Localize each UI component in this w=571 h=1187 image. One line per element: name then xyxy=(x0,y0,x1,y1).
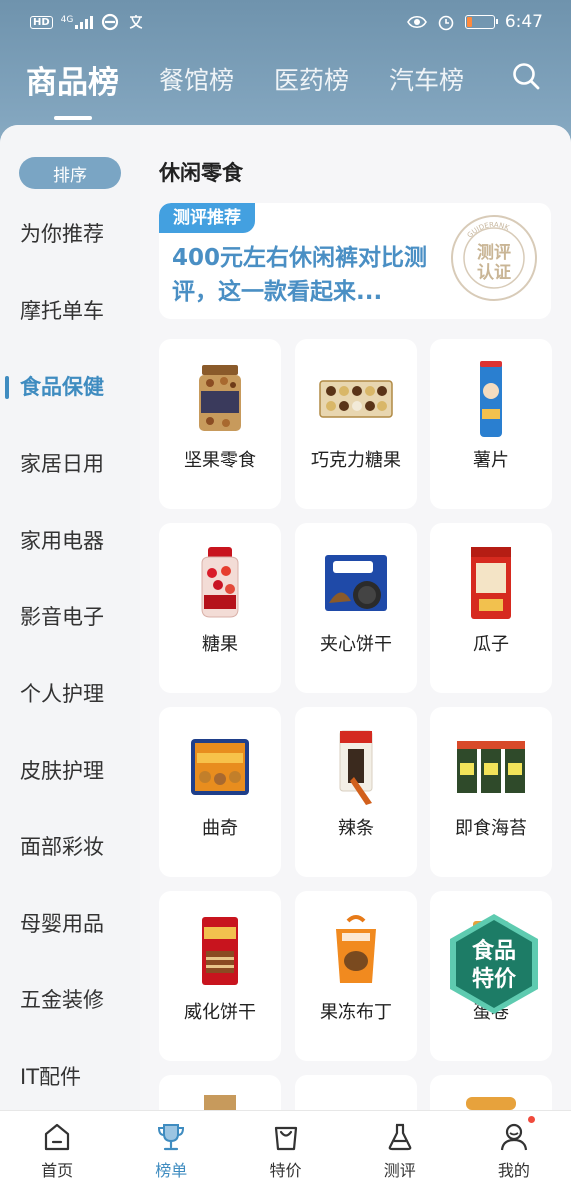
hd-badge: HD xyxy=(30,15,53,29)
sidebar-item-appliances[interactable]: 家用电器 xyxy=(0,521,140,561)
category-card-more-1[interactable] xyxy=(159,1075,281,1110)
review-certified-seal: GUIDERANK 测评 认证 xyxy=(451,215,537,301)
alarm-icon xyxy=(438,15,454,31)
product-image xyxy=(204,1095,236,1110)
tab-restaurants[interactable]: 餐馆榜 xyxy=(159,61,234,97)
svg-text:认证: 认证 xyxy=(477,262,511,283)
sidebar-item-food-health[interactable]: 食品保健 xyxy=(0,367,140,407)
category-card-candy[interactable]: 糖果 xyxy=(159,523,281,693)
category-card-sandwich-cookie[interactable]: 夹心饼干 xyxy=(295,523,417,693)
shopping-bag-icon xyxy=(274,1126,297,1151)
sidebar-item-recommend[interactable]: 为你推荐 xyxy=(0,214,140,254)
category-card-seeds[interactable]: 瓜子 xyxy=(430,523,552,693)
sidebar-item-hardware[interactable]: 五金装修 xyxy=(0,980,140,1020)
sidebar-item-personal-care[interactable]: 个人护理 xyxy=(0,674,140,714)
food-deals-badge[interactable]: 食品 特价 xyxy=(446,912,542,1016)
banner-tag: 测评推荐 xyxy=(159,203,255,233)
search-icon[interactable] xyxy=(511,61,541,91)
category-label: 坚果零食 xyxy=(184,450,256,471)
sidebar-item-home-goods[interactable]: 家居日用 xyxy=(0,444,140,484)
nut-jar-icon xyxy=(199,365,241,431)
sidebar-item-skin-care[interactable]: 皮肤护理 xyxy=(0,751,140,791)
product-image xyxy=(466,1097,516,1110)
battery-icon xyxy=(464,15,498,29)
nav-review[interactable]: 测评 xyxy=(343,1111,457,1187)
nav-home[interactable]: 首页 xyxy=(0,1111,114,1187)
nav-label: 榜单 xyxy=(155,1161,188,1180)
category-card-chips[interactable]: 薯片 xyxy=(430,339,552,509)
signal-icon: 4G xyxy=(61,15,94,29)
seeds-bag-icon xyxy=(471,547,511,619)
nav-label: 我的 xyxy=(497,1161,530,1180)
spicy-strip-icon xyxy=(339,730,373,805)
category-label: 曲奇 xyxy=(202,818,238,839)
category-card-spicy-strip[interactable]: 辣条 xyxy=(295,707,417,877)
category-card-chocolate[interactable]: 巧克力糖果 xyxy=(295,339,417,509)
category-card-cookies[interactable]: 曲奇 xyxy=(159,707,281,877)
nav-ranking[interactable]: 榜单 xyxy=(114,1111,228,1187)
eye-icon xyxy=(406,15,427,29)
category-label: 威化饼干 xyxy=(184,1002,256,1023)
nav-deals[interactable]: 特价 xyxy=(228,1111,342,1187)
svg-text:特价: 特价 xyxy=(472,966,517,992)
category-card-wafer[interactable]: 威化饼干 xyxy=(159,891,281,1061)
top-tabs: 商品榜 餐馆榜 医药榜 汽车榜 xyxy=(0,44,571,114)
section-title: 休闲零食 xyxy=(159,161,243,185)
banner-headline: 400元左右休闲裤对比测评，这一款看起来... xyxy=(172,245,428,305)
nav-label: 测评 xyxy=(383,1161,416,1180)
nav-label: 首页 xyxy=(41,1161,74,1180)
sort-button[interactable]: 排序 xyxy=(19,157,121,189)
nav-profile[interactable]: 我的 xyxy=(457,1111,571,1187)
category-label: 果冻布丁 xyxy=(320,1002,392,1023)
nav-label: 特价 xyxy=(269,1161,302,1180)
svg-text:食品: 食品 xyxy=(472,938,516,964)
chocolate-box-icon xyxy=(319,380,393,418)
wafer-pack-icon xyxy=(202,917,238,985)
category-label: 薯片 xyxy=(473,450,509,471)
home-icon xyxy=(44,1123,70,1151)
category-card-seaweed[interactable]: 即食海苔 xyxy=(430,707,552,877)
notification-dot xyxy=(528,1116,536,1123)
category-label: 瓜子 xyxy=(473,634,509,655)
category-label: 巧克力糖果 xyxy=(311,450,401,471)
seaweed-pack-icon xyxy=(457,741,525,793)
category-card-nuts[interactable]: 坚果零食 xyxy=(159,339,281,509)
category-label: 夹心饼干 xyxy=(320,634,392,655)
category-label: 即食海苔 xyxy=(455,818,527,839)
category-card-jelly[interactable]: 果冻布丁 xyxy=(295,891,417,1061)
hexagon-badge-icon: 食品 特价 xyxy=(450,914,538,1014)
status-time: 6:47 xyxy=(504,12,543,32)
trophy-icon xyxy=(158,1124,185,1151)
sidebar-item-makeup[interactable]: 面部彩妆 xyxy=(0,827,140,867)
cookie-tin-icon xyxy=(191,739,249,795)
sidebar-item-av-electronics[interactable]: 影音电子 xyxy=(0,597,140,637)
flask-icon xyxy=(388,1123,412,1151)
sidebar-item-baby[interactable]: 母婴用品 xyxy=(0,904,140,944)
tab-cars[interactable]: 汽车榜 xyxy=(389,61,464,97)
candy-jar-icon xyxy=(201,547,239,618)
review-banner[interactable]: 测评推荐 400元左右休闲裤对比测评，这一款看起来... GUIDERANK 测… xyxy=(159,203,551,319)
profile-icon xyxy=(500,1123,528,1151)
sidebar-item-motorbike[interactable]: 摩托单车 xyxy=(0,291,140,331)
browser-icon xyxy=(102,13,119,31)
tab-medicine[interactable]: 医药榜 xyxy=(274,61,349,97)
translate-icon xyxy=(130,15,143,29)
svg-text:测评: 测评 xyxy=(477,242,511,263)
category-label: 辣条 xyxy=(338,818,374,839)
category-sidebar: 排序 为你推荐 摩托单车 食品保健 家居日用 家用电器 影音电子 个人护理 皮肤… xyxy=(0,125,140,1110)
category-card-more-2[interactable] xyxy=(295,1075,417,1110)
bottom-nav: 首页 榜单 特价 测评 我的 xyxy=(0,1110,571,1187)
tab-products[interactable]: 商品榜 xyxy=(26,57,119,102)
chips-can-icon xyxy=(480,361,502,437)
sidebar-item-it-accessories[interactable]: IT配件 xyxy=(0,1057,140,1097)
status-bar: HD 4G 6:47 xyxy=(0,0,571,44)
category-card-more-3[interactable] xyxy=(430,1075,552,1110)
sandwich-cookie-icon xyxy=(325,555,387,611)
category-label: 糖果 xyxy=(202,634,238,655)
jelly-box-icon xyxy=(336,915,376,983)
